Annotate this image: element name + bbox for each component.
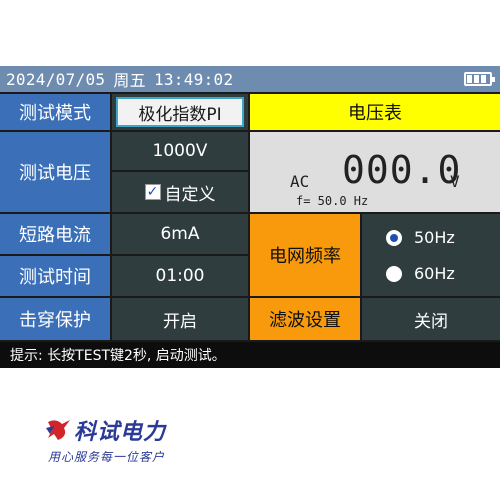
hint-bar: 提示: 长按TEST键2秒, 启动测试。 (0, 342, 500, 368)
voltmeter-mode: AC (290, 172, 310, 191)
mode-label: 测试模式 (0, 94, 110, 130)
voltmeter-title: 电压表 (250, 94, 500, 130)
device-screen: 2024/07/05 周五 13:49:02 测试模式 极化指数PI 电压表 测… (0, 66, 500, 368)
current-label: 短路电流 (0, 214, 110, 254)
current-value[interactable]: 6mA (112, 214, 248, 254)
grid-frequency-label: 电网频率 (250, 214, 360, 296)
voltmeter-frequency: f= 50.0 Hz (296, 194, 369, 208)
logo-brand-text: 科试电力 (74, 419, 167, 445)
custom-voltage-label: 自定义 (164, 184, 216, 205)
company-logo: 科试电力 用心服务每一位客户 (40, 412, 240, 472)
radio-option-60hz[interactable]: 60Hz (386, 264, 455, 283)
runner-logo-icon (46, 420, 70, 440)
mode-value[interactable]: 极化指数PI (116, 97, 244, 127)
voltage-label: 测试电压 (0, 132, 110, 212)
logo-slogan: 用心服务每一位客户 (48, 450, 166, 464)
radio-unselected-icon[interactable] (386, 265, 402, 282)
custom-voltage-toggle[interactable]: ✓ 自定义 (112, 172, 248, 212)
radio-label-60hz: 60Hz (414, 264, 455, 283)
duration-value[interactable]: 01:00 (112, 256, 248, 296)
filter-value[interactable]: 关闭 (362, 298, 500, 340)
status-time: 13:49:02 (153, 69, 234, 89)
battery-full-icon (464, 72, 495, 86)
grid-frequency-options: 50Hz 60Hz (362, 214, 500, 296)
status-weekday: 周五 (113, 71, 146, 90)
checkbox-checked-icon[interactable]: ✓ (144, 184, 161, 200)
voltmeter-display: AC 000.0 V f= 50.0 Hz (250, 132, 500, 212)
duration-label: 测试时间 (0, 256, 110, 296)
mode-selector[interactable]: 极化指数PI (112, 94, 248, 130)
voltmeter-unit: V (450, 172, 460, 191)
radio-option-50hz[interactable]: 50Hz (386, 228, 455, 247)
radio-label-50hz: 50Hz (414, 228, 455, 247)
breakdown-value[interactable]: 开启 (112, 298, 248, 340)
status-date: 2024/07/05 (6, 69, 106, 89)
voltage-value[interactable]: 1000V (112, 132, 248, 170)
status-bar: 2024/07/05 周五 13:49:02 (0, 66, 500, 92)
breakdown-label: 击穿保护 (0, 298, 110, 340)
filter-label: 滤波设置 (250, 298, 360, 340)
radio-selected-icon[interactable] (386, 229, 402, 246)
voltmeter-reading: 000.0 (342, 148, 462, 192)
